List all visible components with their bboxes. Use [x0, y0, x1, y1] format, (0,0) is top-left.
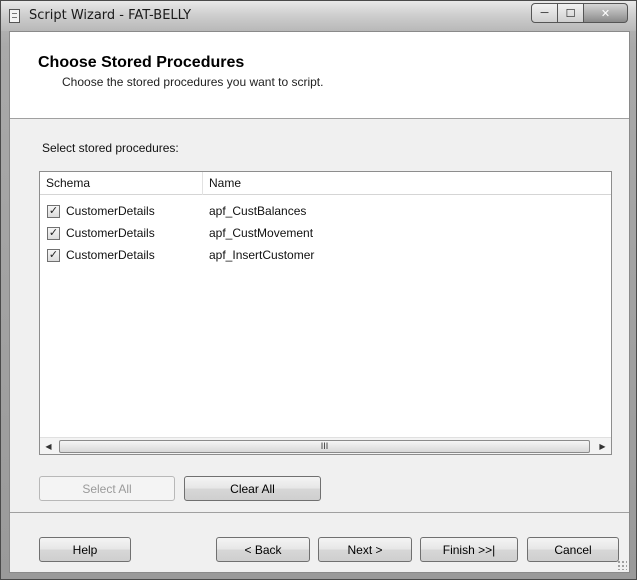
window-app-icon — [9, 9, 20, 23]
help-button[interactable]: Help — [39, 537, 131, 562]
cell-schema: CustomerDetails — [66, 204, 155, 218]
cancel-button[interactable]: Cancel — [527, 537, 619, 562]
cell-schema: CustomerDetails — [66, 226, 155, 240]
row-checkbox[interactable]: ✓ — [47, 205, 60, 218]
cell-name: apf_CustMovement — [209, 226, 314, 240]
clear-all-button[interactable]: Clear All — [184, 476, 321, 501]
wizard-client-area: Choose Stored Procedures Choose the stor… — [9, 31, 630, 573]
title-bar[interactable]: Script Wizard - FAT-BELLY ─ ☐ ✕ — [1, 1, 636, 31]
finish-button[interactable]: Finish >>| — [420, 537, 518, 562]
stored-procedures-list[interactable]: Schema Name ✓ CustomerDetails apf_CustBa… — [39, 171, 612, 455]
cell-name: apf_InsertCustomer — [209, 248, 315, 262]
page-subtitle: Choose the stored procedures you want to… — [62, 75, 324, 89]
row-checkbox[interactable]: ✓ — [47, 227, 60, 240]
cell-schema: CustomerDetails — [66, 248, 155, 262]
wizard-header: Choose Stored Procedures Choose the stor… — [10, 32, 629, 119]
scroll-thumb[interactable]: III — [59, 440, 590, 453]
back-button[interactable]: < Back — [216, 537, 310, 562]
column-header-name[interactable]: Name — [203, 172, 611, 195]
minimize-button[interactable]: ─ — [531, 3, 558, 23]
list-rows: ✓ CustomerDetails apf_CustBalances ✓ Cus… — [40, 201, 611, 267]
select-procedures-label: Select stored procedures: — [42, 141, 179, 155]
column-header-schema[interactable]: Schema — [40, 172, 203, 195]
scroll-right-arrow-icon[interactable]: ▶ — [594, 438, 611, 455]
list-item[interactable]: ✓ CustomerDetails apf_CustMovement — [40, 223, 611, 245]
window-controls: ─ ☐ ✕ — [531, 3, 628, 23]
resize-grip-icon[interactable] — [617, 560, 627, 570]
scroll-left-arrow-icon[interactable]: ◀ — [40, 438, 57, 455]
footer-separator — [10, 512, 629, 513]
list-header: Schema Name — [40, 172, 611, 195]
next-button[interactable]: Next > — [318, 537, 412, 562]
maximize-button[interactable]: ☐ — [558, 3, 584, 23]
page-title: Choose Stored Procedures — [38, 54, 245, 71]
list-item[interactable]: ✓ CustomerDetails apf_InsertCustomer — [40, 245, 611, 267]
script-wizard-window: Script Wizard - FAT-BELLY ─ ☐ ✕ Choose S… — [0, 0, 637, 580]
list-item[interactable]: ✓ CustomerDetails apf_CustBalances — [40, 201, 611, 223]
cell-name: apf_CustBalances — [209, 204, 307, 218]
close-button[interactable]: ✕ — [584, 3, 628, 23]
window-title: Script Wizard - FAT-BELLY — [29, 8, 192, 23]
horizontal-scrollbar[interactable]: ◀ III ▶ — [40, 437, 611, 454]
select-all-button[interactable]: Select All — [39, 476, 175, 501]
row-checkbox[interactable]: ✓ — [47, 249, 60, 262]
